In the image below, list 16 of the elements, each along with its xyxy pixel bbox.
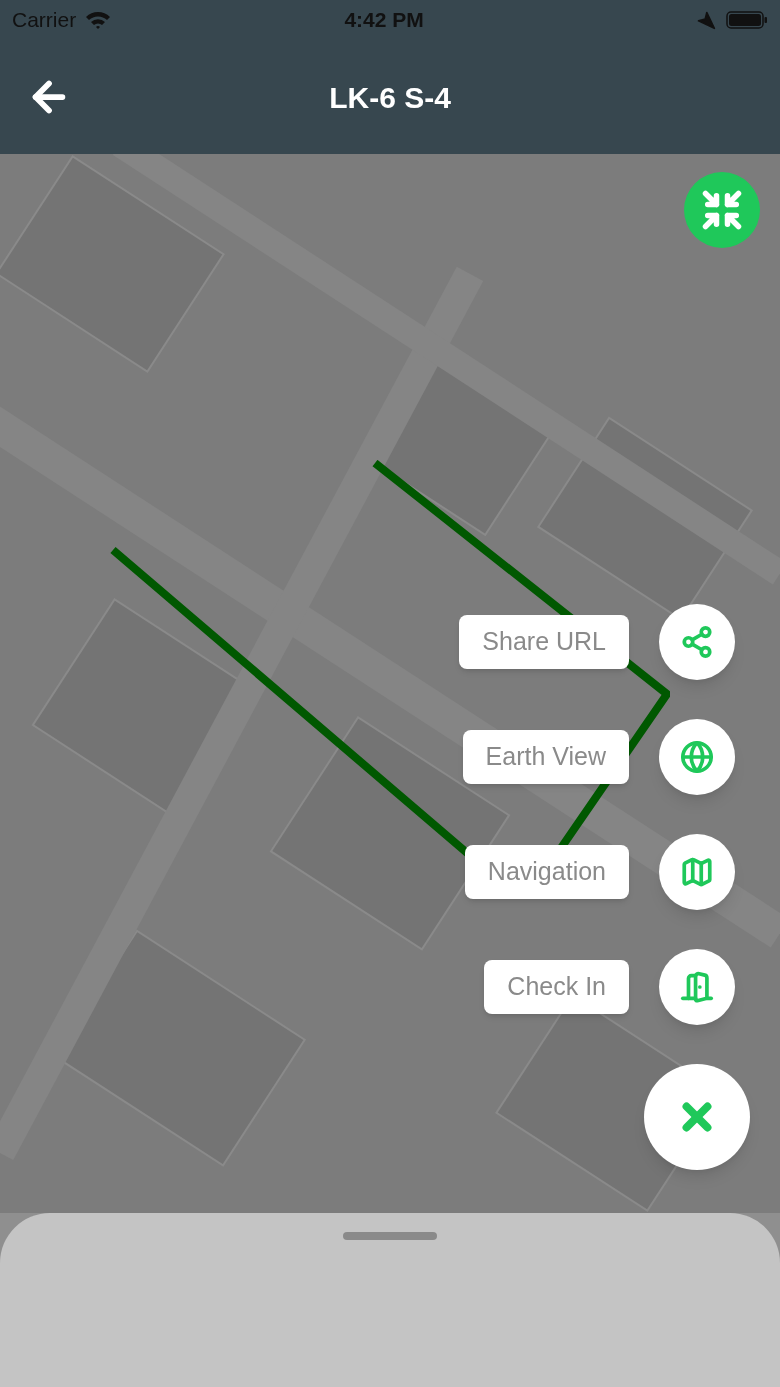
location-icon — [696, 10, 716, 30]
collapse-icon — [700, 188, 744, 232]
action-label[interactable]: Navigation — [464, 845, 629, 899]
clock-time: 4:42 PM — [343, 7, 425, 34]
screen-title: LK-6 S-4 — [329, 79, 451, 116]
share-icon — [680, 625, 714, 659]
battery-icon — [726, 10, 768, 30]
action-label[interactable]: Check In — [484, 960, 629, 1014]
globe-icon — [680, 740, 714, 774]
action-label[interactable]: Earth View — [462, 730, 629, 784]
carrier-label: Carrier — [12, 7, 77, 34]
door-icon — [680, 970, 714, 1004]
map-icon — [680, 855, 714, 889]
drag-handle[interactable] — [343, 1232, 437, 1240]
wifi-icon — [84, 10, 113, 30]
action-label[interactable]: Share URL — [459, 615, 629, 669]
